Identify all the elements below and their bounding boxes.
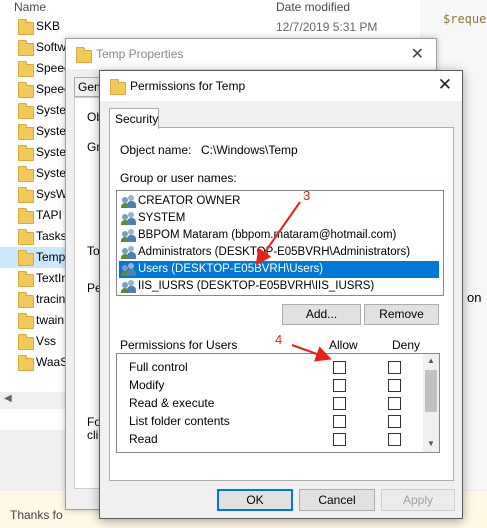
annotation-number-4: 4	[275, 332, 283, 347]
annotation-arrow-3	[255, 201, 301, 266]
annotation-arrow-4	[291, 344, 332, 362]
annotation-number-3: 3	[303, 188, 311, 203]
annotation-overlay	[255, 201, 332, 362]
tab-security[interactable]: Security	[109, 108, 159, 129]
